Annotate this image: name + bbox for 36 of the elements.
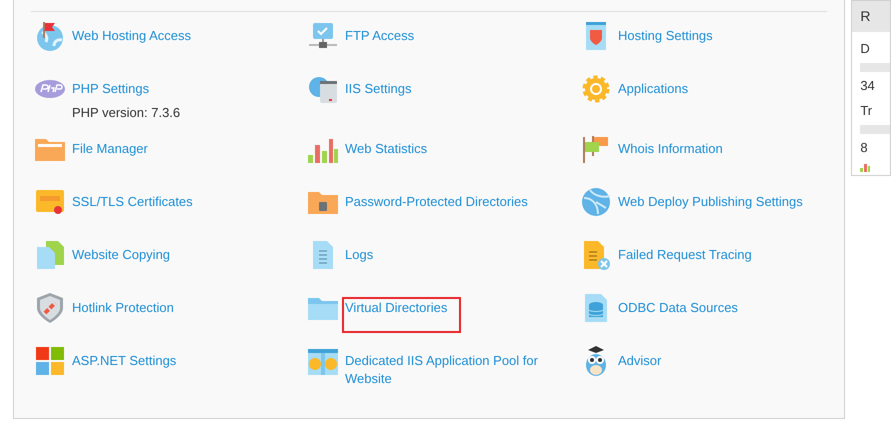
globe-icon — [580, 186, 612, 218]
tool-link[interactable]: ASP.NET Settings — [72, 352, 176, 370]
tool-link[interactable]: Password-Protected Directories — [345, 193, 528, 211]
tool-link[interactable]: Logs — [345, 246, 374, 264]
tool-link[interactable]: Web Hosting Access — [72, 27, 191, 45]
tool-link[interactable]: Failed Request Tracing — [618, 246, 752, 264]
tool-link[interactable]: Hotlink Protection — [72, 299, 174, 317]
shield-link-icon — [34, 292, 66, 324]
tool-link[interactable]: Whois Information — [618, 140, 723, 158]
gear-icon — [580, 73, 612, 105]
side-panel-value: 8 — [860, 139, 869, 157]
side-panel-label: Tr — [860, 102, 874, 120]
tool-link[interactable]: Web Statistics — [345, 140, 428, 158]
php-version-text: PHP version: 7.3.6 — [72, 105, 180, 121]
side-panel-header: R — [852, 1, 890, 32]
tool-link[interactable]: ODBC Data Sources — [618, 299, 738, 317]
bar-chart-icon — [860, 164, 870, 172]
tool-link[interactable]: PHP Settings — [72, 80, 150, 98]
progress-track — [860, 63, 890, 72]
tool-link[interactable]: Hosting Settings — [618, 27, 713, 45]
four-squares-icon — [34, 345, 66, 377]
tool-link[interactable]: File Manager — [72, 140, 148, 158]
copy-documents-icon — [34, 239, 66, 271]
tool-link[interactable]: Website Copying — [72, 246, 170, 264]
tool-link[interactable]: Dedicated IIS Application Pool for Website — [345, 352, 580, 388]
side-panel-label: D — [860, 40, 871, 58]
tool-link[interactable]: Applications — [618, 80, 688, 98]
progress-track — [860, 125, 890, 134]
tool-link[interactable]: FTP Access — [345, 27, 414, 45]
tool-link[interactable]: Virtual Directories — [344, 299, 460, 331]
globe-flag-icon — [34, 20, 66, 52]
tool-link[interactable]: Advisor — [618, 352, 662, 370]
side-panel-value: 34 — [860, 77, 876, 95]
tool-link[interactable]: IIS Settings — [345, 80, 412, 98]
tool-link[interactable]: SSL/TLS Certificates — [72, 193, 193, 211]
tool-link[interactable]: Web Deploy Publishing Settings — [618, 193, 803, 211]
